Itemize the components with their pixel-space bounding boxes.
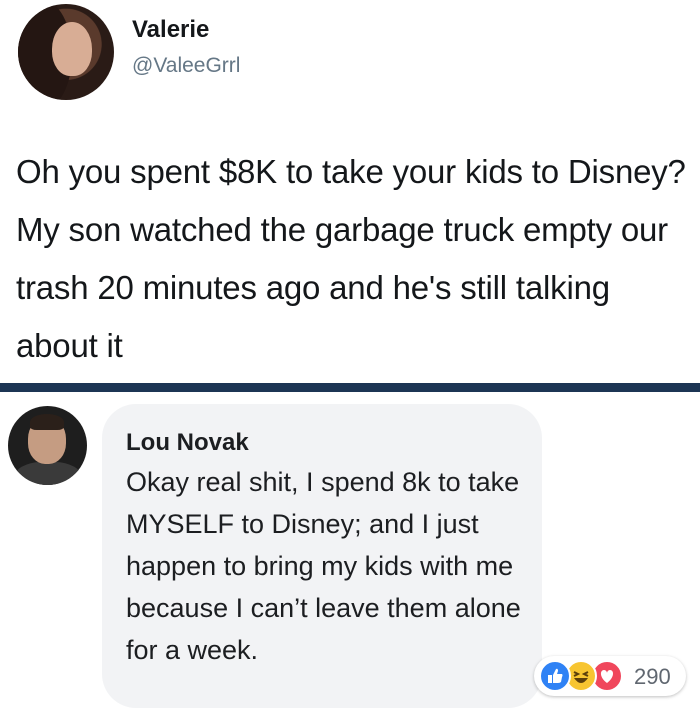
avatar-body bbox=[14, 462, 82, 485]
reaction-count: 290 bbox=[634, 664, 671, 689]
comment-avatar[interactable] bbox=[8, 406, 87, 485]
avatar-face bbox=[52, 22, 92, 76]
tweet-avatar[interactable] bbox=[18, 4, 114, 100]
divider bbox=[0, 383, 700, 392]
reactions-summary[interactable]: 290 bbox=[534, 656, 686, 696]
tweet-author-name[interactable]: Valerie bbox=[132, 16, 209, 44]
comment-text: Okay real shit, I spend 8k to take MYSEL… bbox=[126, 467, 521, 665]
comment-bubble: Lou Novak Okay real shit, I spend 8k to … bbox=[102, 404, 542, 708]
facebook-comment: Lou Novak Okay real shit, I spend 8k to … bbox=[0, 392, 700, 723]
tweet-text: Oh you spent $8K to take your kids to Di… bbox=[16, 153, 686, 364]
avatar-hair bbox=[30, 414, 64, 430]
tweet-author-handle[interactable]: @ValeeGrrl bbox=[132, 54, 240, 78]
tweet-card: Valerie @ValeeGrrl Oh you spent $8K to t… bbox=[0, 0, 700, 383]
like-icon bbox=[539, 660, 571, 692]
comment-author-name[interactable]: Lou Novak bbox=[126, 429, 249, 457]
